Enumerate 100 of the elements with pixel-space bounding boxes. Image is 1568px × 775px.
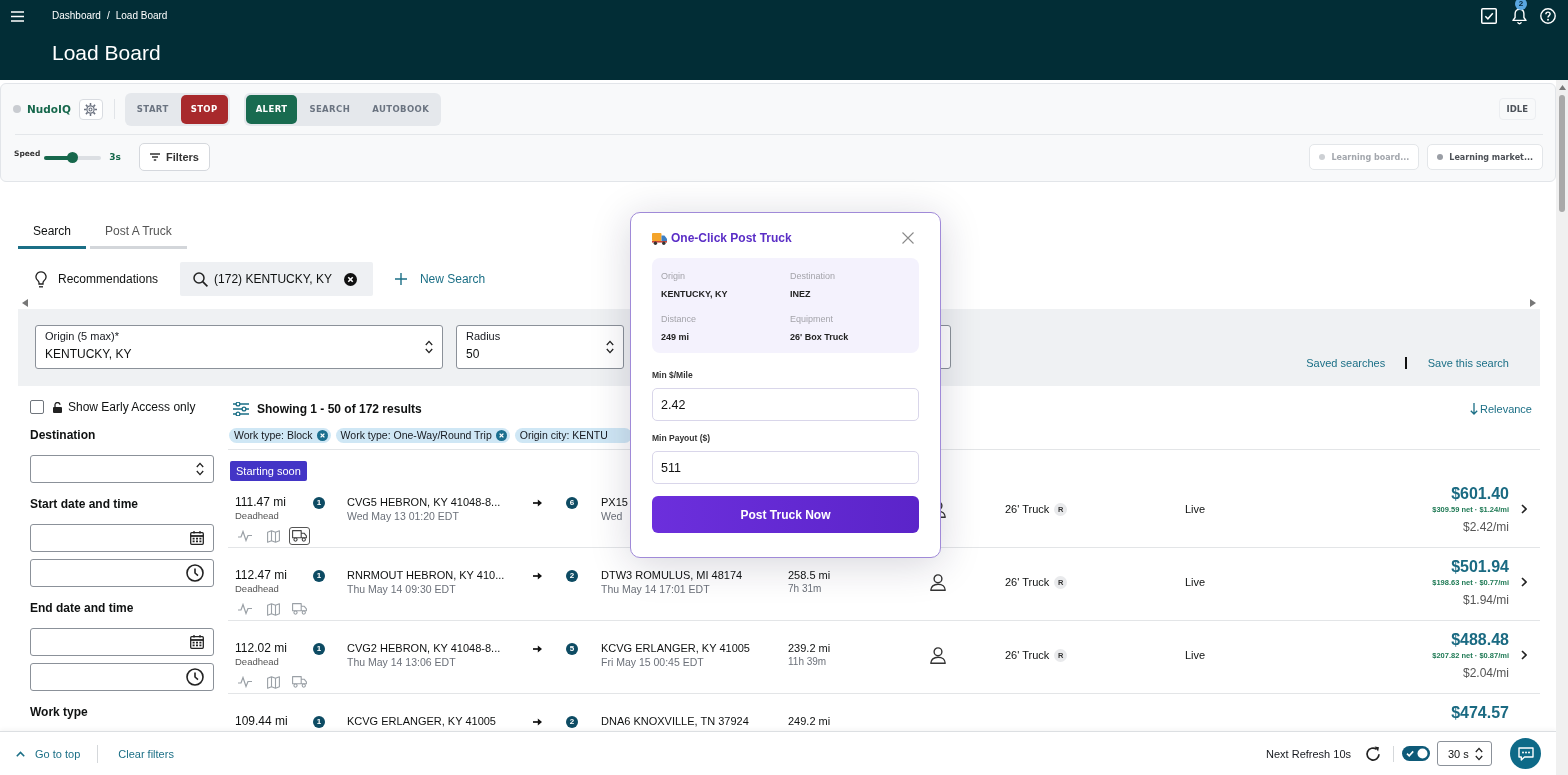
trip-duration: 11h 39m [788,656,827,668]
activity-icon[interactable] [238,530,252,542]
pickup-time: Thu May 14 09:30 EDT [347,583,456,595]
calendar-icon[interactable] [190,635,204,649]
scroll-left-icon[interactable] [22,298,28,307]
plus-icon [394,273,407,285]
settings-button[interactable] [78,98,103,120]
select-field[interactable]: Radius 50 [456,325,624,369]
mode-button[interactable]: AUTOBOOK [362,94,440,124]
stop-count: 2 [566,570,578,582]
activity-icon[interactable] [238,676,252,688]
mode-button[interactable]: ALERT [245,94,298,124]
input-field[interactable]: 2.42 [652,388,919,421]
recommendations-button[interactable]: Recommendations [18,262,163,296]
unlocked-icon [53,401,62,413]
save-search-link[interactable]: Save this search [1427,356,1509,370]
mode-button[interactable]: SEARCH [299,94,361,124]
notification-count: 2 [1515,0,1527,10]
time-field[interactable] [30,559,214,587]
deadhead-distance: 111.47 mi [235,495,286,510]
refresh-icon[interactable] [1365,745,1381,762]
select-field[interactable] [30,455,214,483]
truck-icon [292,676,307,688]
arrow-right-icon [533,499,542,507]
brand-name: NudoIQ [27,103,71,115]
trip-duration: 7h 31m [788,583,822,595]
calendar-icon[interactable] [190,531,204,545]
scroll-up-icon[interactable] [1558,85,1566,90]
bell-icon[interactable] [1512,7,1527,25]
activity-icon[interactable] [238,603,252,615]
clear-filters-link[interactable]: Clear filters [118,747,174,760]
time-field[interactable] [30,663,214,691]
filter-heading: Start date and time [30,497,139,511]
filter-heading: End date and time [30,601,134,615]
stop-count: 6 [566,497,578,509]
menu-icon[interactable] [11,10,24,22]
sliders-icon[interactable] [233,402,249,416]
filter-heading: Destination [30,428,96,442]
search-icon [193,271,209,287]
arrow-down-icon [1470,403,1478,415]
checkbox-icon[interactable] [1481,8,1497,24]
truck-button[interactable] [289,527,310,545]
person-icon[interactable] [930,647,946,664]
saved-search-tab[interactable]: (172) KENTUCKY, KY [180,262,373,296]
go-to-top-button[interactable]: Go to top [16,747,81,760]
map-icon[interactable] [267,529,280,543]
lightbulb-icon [35,270,47,288]
map-icon[interactable] [267,675,280,689]
new-search-button[interactable]: New Search [394,262,486,296]
tab[interactable]: Post A Truck [90,214,187,249]
load-status: Live [1185,575,1206,590]
chevron-right-icon[interactable] [1521,577,1527,587]
chevron-right-icon[interactable] [1521,650,1527,660]
saved-searches-link[interactable]: Saved searches [1306,356,1386,370]
deadhead-label: Deadhead [235,510,279,522]
arrow-right-icon [533,718,542,726]
date-field[interactable] [30,628,214,656]
detail-label: Origin [661,270,685,282]
date-field[interactable] [30,524,214,552]
run-button[interactable]: START [126,94,179,124]
breadcrumb-separator: / [106,10,110,22]
rate-per-mile: $1.94/mi [1462,593,1509,608]
origin-location: RNRMOUT HEBRON, KY 410... [347,568,505,583]
auto-refresh-toggle[interactable] [1402,746,1430,761]
scrollbar[interactable] [1556,80,1568,775]
scrollbar-thumb[interactable] [1559,95,1565,212]
field-label: Origin (5 max)* [45,330,119,343]
truck-icon [652,231,667,245]
post-truck-button[interactable]: Post Truck Now [652,496,919,533]
status-chip-label: Learning market... [1449,152,1533,162]
arrow-right-icon [533,572,542,580]
help-icon[interactable] [1540,8,1556,24]
status-badge: Starting soon [230,461,307,481]
input-label: Min Payout ($) [652,433,711,443]
clock-icon[interactable] [186,564,204,582]
chat-button[interactable] [1510,738,1541,769]
checkbox[interactable] [30,400,44,414]
person-icon[interactable] [930,574,946,591]
input-field[interactable]: 511 [652,451,919,484]
scroll-right-icon[interactable] [1530,298,1536,307]
filters-button[interactable]: Filters [138,143,210,171]
tab[interactable]: Search [18,214,87,249]
filter-chip-label: Work type: Block [234,429,313,442]
slider-thumb[interactable] [67,151,79,163]
chevron-right-icon[interactable] [1521,504,1527,514]
breadcrumb-link[interactable]: Dashboard [52,10,101,22]
filter-icon [149,153,160,161]
refresh-interval-select[interactable]: 30 s [1437,741,1492,766]
speed-slider[interactable] [44,151,102,163]
sort-button[interactable]: Relevance [1470,403,1532,415]
run-button[interactable]: STOP [180,94,228,124]
equipment-type: 26' Truck [1005,575,1050,590]
select-field[interactable]: Origin (5 max)* KENTUCKY, KY [35,325,443,369]
map-icon[interactable] [267,602,280,616]
origin-location: CVG2 HEBRON, KY 41048-8... [347,641,501,656]
clock-icon[interactable] [186,668,204,686]
close-icon[interactable] [343,272,357,286]
settings-icon [84,102,98,116]
detail-label: Destination [790,270,836,282]
stop-count: 5 [566,643,578,655]
